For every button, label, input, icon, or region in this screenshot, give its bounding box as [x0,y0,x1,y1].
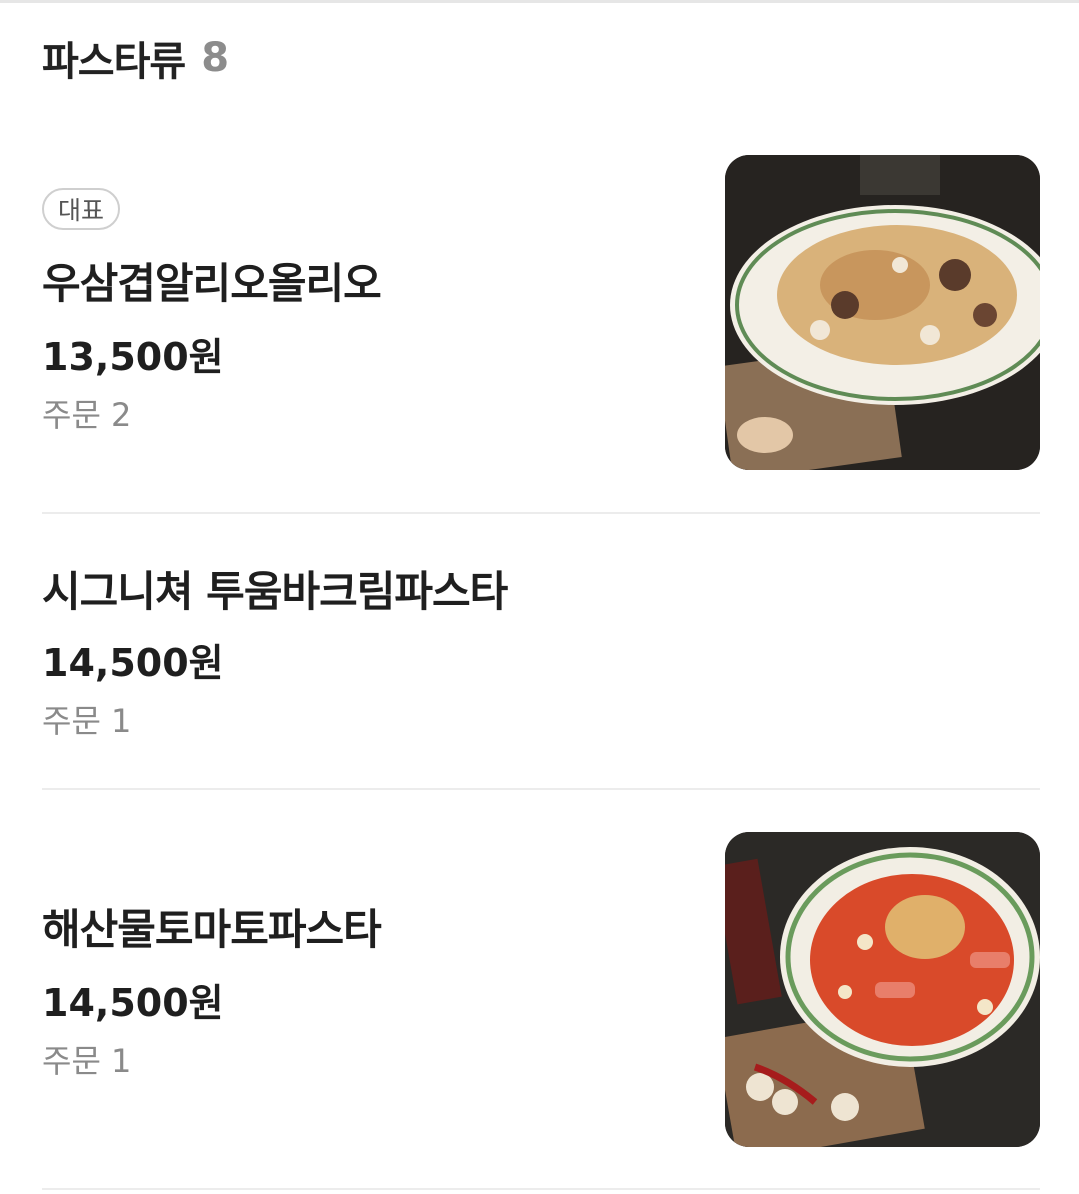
section-count: 8 [201,35,230,81]
menu-item[interactable]: 대표 우삼겹알리오올리오 13,500원 주문 2 [42,120,1040,514]
menu-item-price: 14,500원 [42,981,224,1025]
menu-item-price: 14,500원 [42,641,224,685]
menu-item-order-count: 주문 2 [42,396,132,434]
menu-item-name: 우삼겹알리오올리오 [42,259,382,308]
menu-item-photo[interactable] [725,155,1040,470]
menu-item-photo[interactable] [725,832,1040,1147]
top-divider [0,0,1079,3]
menu-item-order-count: 주문 1 [42,1042,132,1080]
menu-item-price: 13,500원 [42,335,224,379]
menu-item[interactable]: 시그니쳐 투움바크림파스타 14,500원 주문 1 [42,514,1040,790]
menu-item-name: 해산물토마토파스타 [42,905,382,954]
menu-item[interactable]: 해산물토마토파스타 14,500원 주문 1 [42,790,1040,1190]
section-title: 파스타류 [42,39,186,85]
menu-item-name: 시그니쳐 투움바크림파스타 [42,567,508,616]
menu-item-order-count: 주문 1 [42,702,132,740]
section-header: 파스타류 8 [42,30,229,86]
signature-badge: 대표 [42,188,121,230]
